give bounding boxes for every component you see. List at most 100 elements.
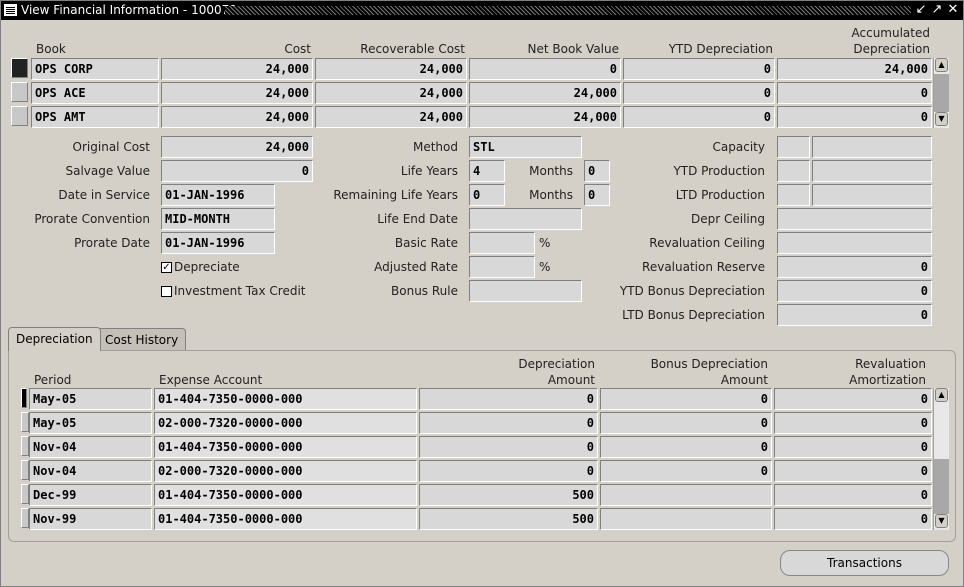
prorate-date-field[interactable]: 01-JAN-1996	[161, 232, 275, 254]
ytd-bonus-depreciation-field[interactable]: 0	[777, 280, 932, 302]
revaluation-reserve-field[interactable]: 0	[777, 256, 932, 278]
bonus-depreciation-amount-cell[interactable]	[600, 508, 772, 530]
period-cell[interactable]: Nov-99	[29, 508, 152, 530]
row-selector[interactable]	[21, 484, 29, 504]
basic-rate-field[interactable]	[469, 232, 535, 254]
transactions-button[interactable]: Transactions	[780, 550, 949, 576]
revaluation-amortization-cell[interactable]: 0	[774, 460, 932, 482]
depreciation-amount-cell[interactable]: 500	[419, 484, 598, 506]
prorate-convention-field[interactable]: MID-MONTH	[161, 208, 275, 230]
depreciation-amount-cell[interactable]: 0	[419, 412, 598, 434]
expense-account-cell[interactable]: 01-404-7350-0000-000	[154, 508, 417, 530]
original-cost-field[interactable]: 24,000	[161, 136, 313, 158]
capacity-uom-field[interactable]	[777, 136, 810, 158]
recoverable-cost-cell[interactable]: 24,000	[315, 58, 467, 80]
scroll-down-icon[interactable]: ▼	[935, 514, 948, 528]
revaluation-ceiling-field[interactable]	[777, 232, 932, 254]
accumulated-depreciation-cell[interactable]: 24,000	[777, 58, 932, 80]
bonus-depreciation-amount-cell[interactable]: 0	[600, 436, 772, 458]
depreciation-table-scrollbar[interactable]: ▲ ▼	[933, 388, 949, 530]
title-bar[interactable]: View Financial Information - 100079 ↙ ↗ …	[1, 1, 963, 20]
row-selector[interactable]	[11, 58, 28, 78]
ytd-production-field[interactable]	[812, 160, 932, 182]
net-book-value-cell[interactable]: 24,000	[469, 106, 621, 128]
bonus-rule-field[interactable]	[469, 280, 582, 302]
tab-cost-history[interactable]: Cost History	[97, 328, 187, 350]
window-menu-icon[interactable]	[3, 3, 18, 17]
expense-account-cell[interactable]: 01-404-7350-0000-000	[154, 436, 417, 458]
book-cell[interactable]: OPS CORP	[31, 58, 159, 80]
revaluation-amortization-cell[interactable]: 0	[774, 412, 932, 434]
expense-account-cell[interactable]: 02-000-7320-0000-000	[154, 412, 417, 434]
depreciation-amount-cell[interactable]: 0	[419, 436, 598, 458]
life-years-field[interactable]: 4	[469, 160, 505, 182]
bonus-depreciation-amount-cell[interactable]	[600, 484, 772, 506]
period-cell[interactable]: Nov-04	[29, 436, 152, 458]
remaining-life-years-field[interactable]: 0	[469, 184, 505, 206]
revaluation-amortization-cell[interactable]: 0	[774, 388, 932, 410]
cost-cell[interactable]: 24,000	[161, 58, 313, 80]
ytd-production-uom-field[interactable]	[777, 160, 810, 182]
bonus-depreciation-amount-cell[interactable]: 0	[600, 388, 772, 410]
bonus-depreciation-amount-cell[interactable]: 0	[600, 412, 772, 434]
ytd-depreciation-cell[interactable]: 0	[623, 106, 775, 128]
ytd-depreciation-cell[interactable]: 0	[623, 82, 775, 104]
bonus-depreciation-amount-cell[interactable]: 0	[600, 460, 772, 482]
expense-account-cell[interactable]: 02-000-7320-0000-000	[154, 460, 417, 482]
remaining-months-label: Months	[529, 188, 573, 202]
depreciate-checkbox[interactable]: ✓	[161, 262, 172, 273]
expense-account-cell[interactable]: 01-404-7350-0000-000	[154, 388, 417, 410]
row-selector[interactable]	[11, 82, 28, 102]
maximize-icon[interactable]: ↗	[930, 2, 944, 18]
cost-cell[interactable]: 24,000	[161, 106, 313, 128]
close-icon[interactable]: ✕	[946, 2, 960, 18]
ltd-bonus-depreciation-field[interactable]: 0	[777, 304, 932, 326]
scroll-down-icon[interactable]: ▼	[935, 112, 948, 126]
row-selector[interactable]	[11, 106, 28, 126]
scroll-up-icon[interactable]: ▲	[935, 58, 948, 72]
period-cell[interactable]: Dec-99	[29, 484, 152, 506]
revaluation-amortization-cell[interactable]: 0	[774, 436, 932, 458]
row-selector[interactable]	[21, 388, 27, 408]
cost-cell[interactable]: 24,000	[161, 82, 313, 104]
life-end-date-field[interactable]	[469, 208, 582, 230]
book-table-scrollbar[interactable]: ▲ ▼	[933, 58, 949, 128]
ltd-production-field[interactable]	[812, 184, 932, 206]
scroll-thumb[interactable]	[934, 74, 949, 112]
accumulated-depreciation-cell[interactable]: 0	[777, 106, 932, 128]
net-book-value-cell[interactable]: 24,000	[469, 82, 621, 104]
book-cell[interactable]: OPS ACE	[31, 82, 159, 104]
investment-tax-credit-checkbox[interactable]	[161, 286, 172, 297]
period-cell[interactable]: Nov-04	[29, 460, 152, 482]
method-field[interactable]: STL	[469, 136, 582, 158]
scroll-thumb[interactable]	[934, 459, 949, 514]
row-selector[interactable]	[21, 412, 29, 432]
depreciation-amount-cell[interactable]: 500	[419, 508, 598, 530]
recoverable-cost-cell[interactable]: 24,000	[315, 106, 467, 128]
scroll-up-icon[interactable]: ▲	[935, 388, 948, 402]
revaluation-amortization-cell[interactable]: 0	[774, 508, 932, 530]
expense-account-cell[interactable]: 01-404-7350-0000-000	[154, 484, 417, 506]
period-cell[interactable]: May-05	[29, 388, 152, 410]
recoverable-cost-cell[interactable]: 24,000	[315, 82, 467, 104]
tab-depreciation[interactable]: Depreciation	[8, 327, 101, 351]
net-book-value-cell[interactable]: 0	[469, 58, 621, 80]
row-selector[interactable]	[21, 460, 29, 480]
depreciation-amount-cell[interactable]: 0	[419, 460, 598, 482]
book-cell[interactable]: OPS AMT	[31, 106, 159, 128]
row-selector[interactable]	[21, 436, 29, 456]
ltd-production-uom-field[interactable]	[777, 184, 810, 206]
revaluation-amortization-cell[interactable]: 0	[774, 484, 932, 506]
period-cell[interactable]: May-05	[29, 412, 152, 434]
salvage-value-field[interactable]: 0	[161, 160, 313, 182]
depreciation-amount-cell[interactable]: 0	[419, 388, 598, 410]
capacity-field[interactable]	[812, 136, 932, 158]
ytd-depreciation-cell[interactable]: 0	[623, 58, 775, 80]
minimize-icon[interactable]: ↙	[914, 2, 928, 18]
row-selector[interactable]	[21, 508, 29, 528]
date-in-service-field[interactable]: 01-JAN-1996	[161, 184, 275, 206]
accumulated-depreciation-cell[interactable]: 0	[777, 82, 932, 104]
prorate-date-label: Prorate Date	[74, 236, 150, 250]
adjusted-rate-field[interactable]	[469, 256, 535, 278]
depr-ceiling-field[interactable]	[777, 208, 932, 230]
